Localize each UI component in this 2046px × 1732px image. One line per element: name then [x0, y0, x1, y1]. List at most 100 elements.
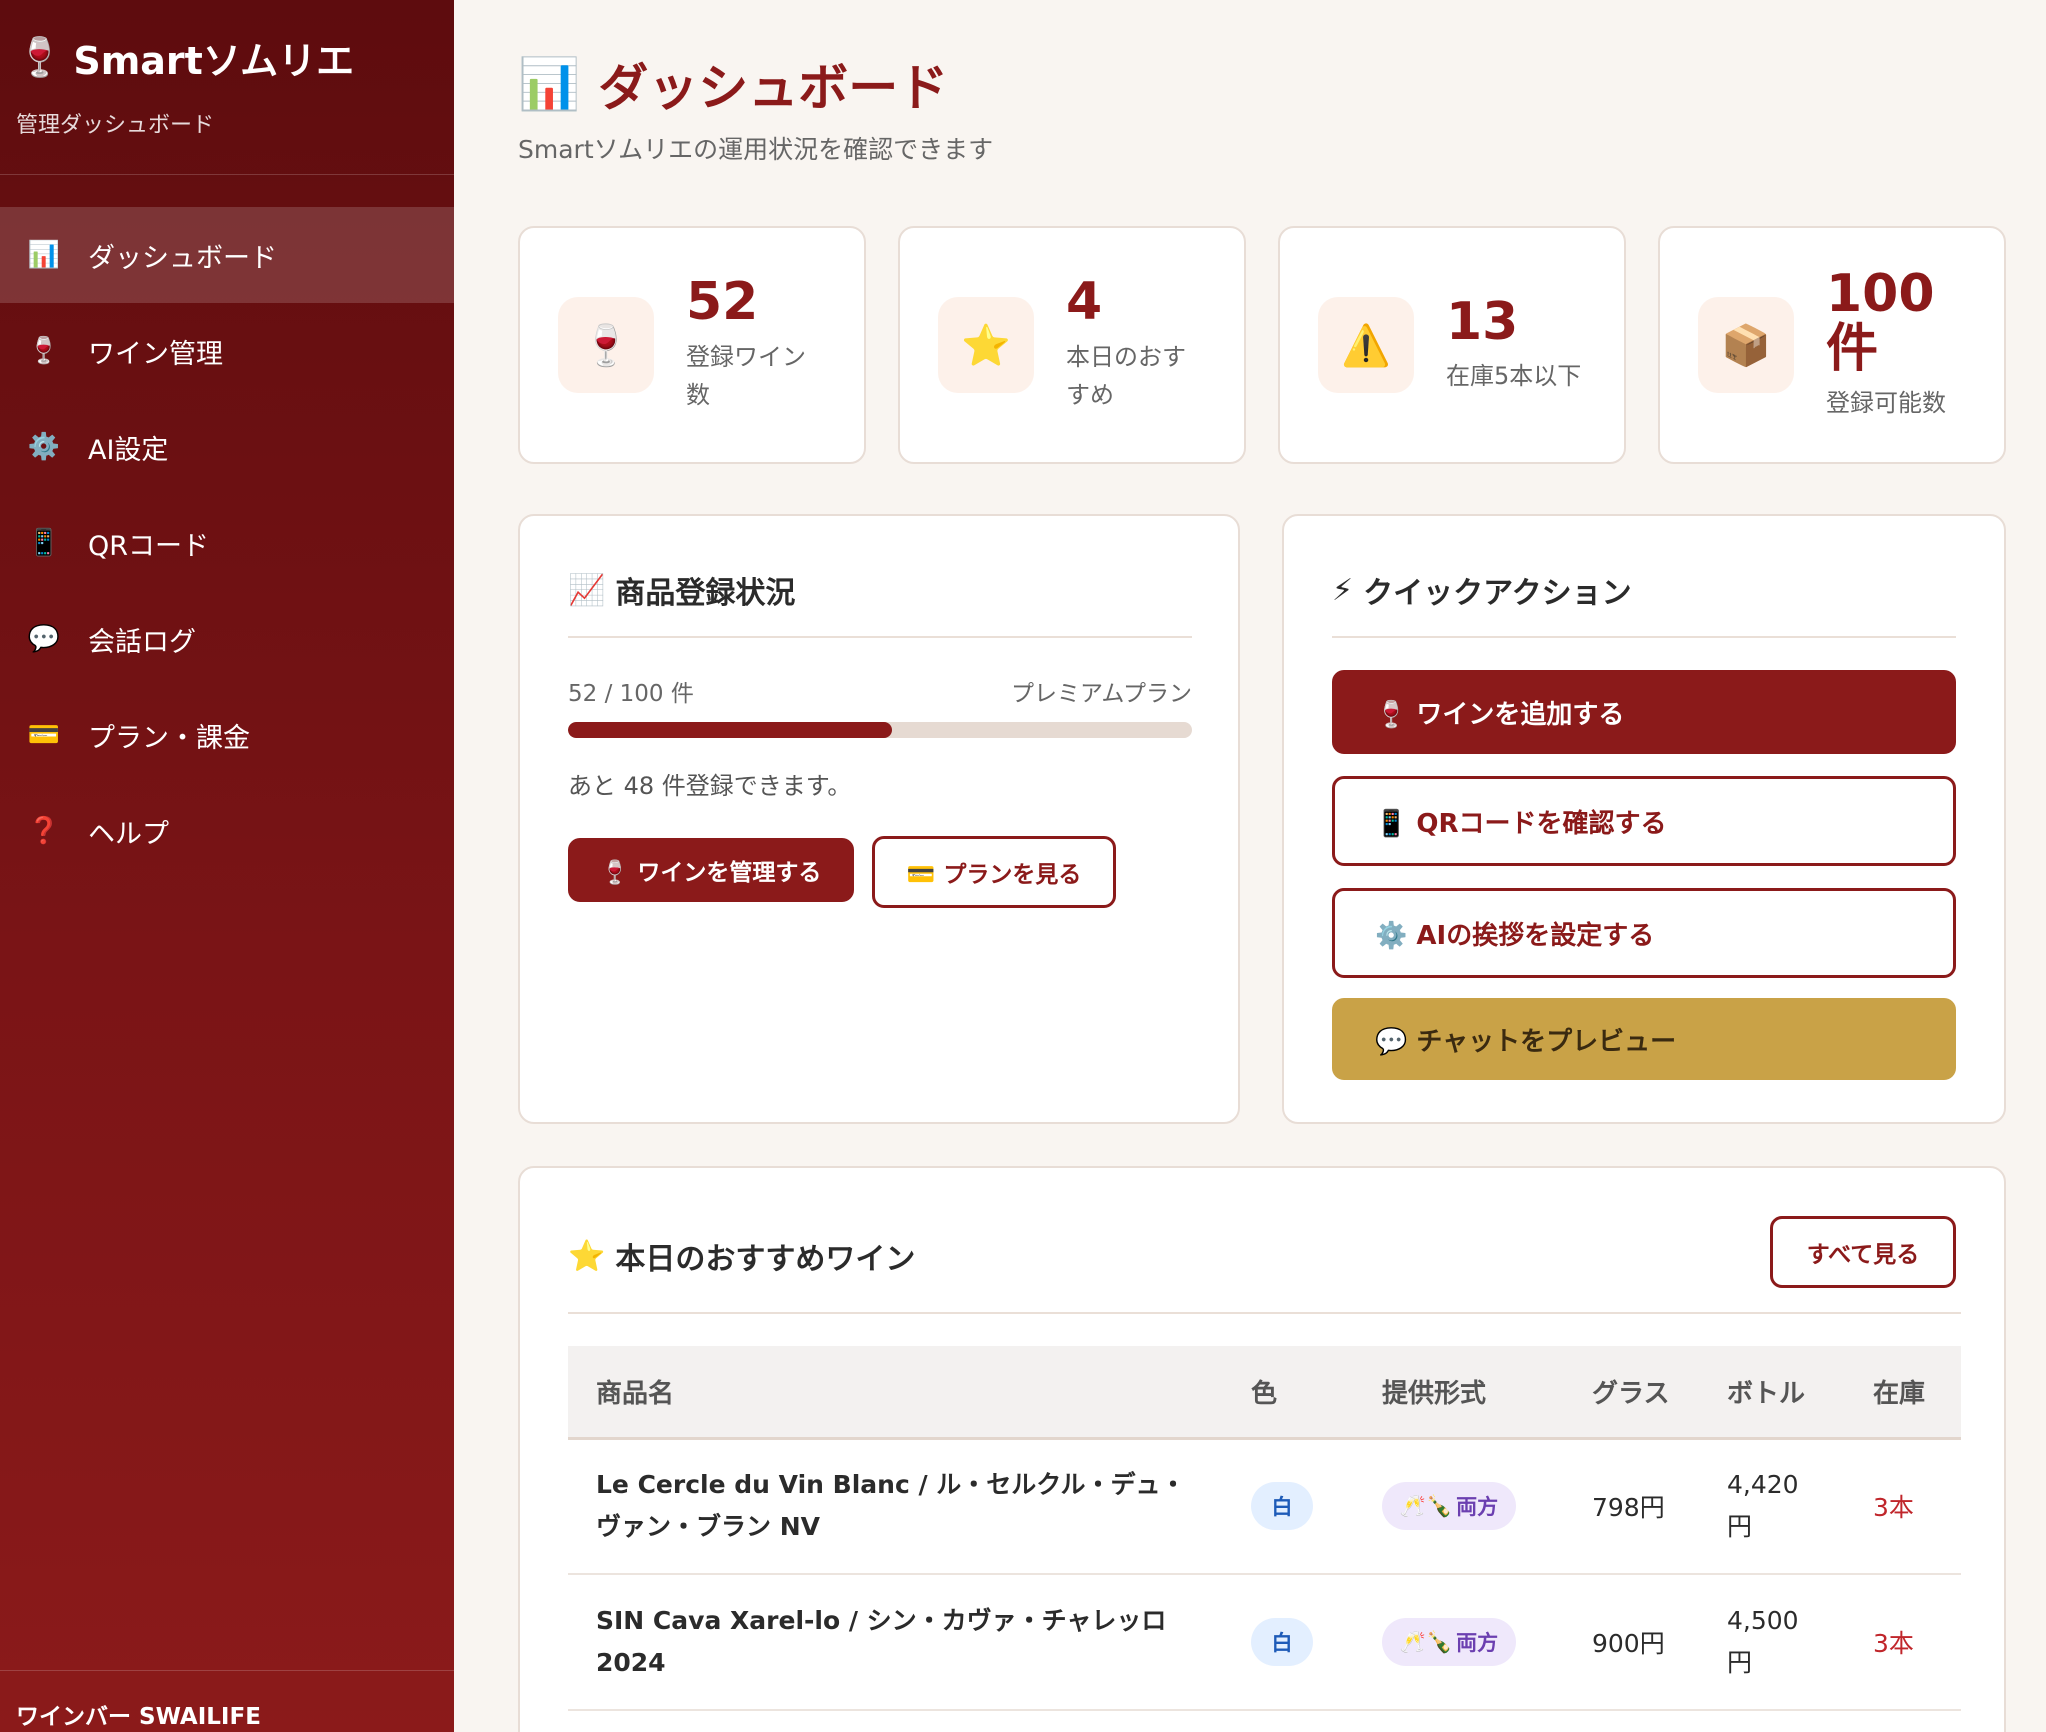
recommended-wines-table: 商品名 色 提供形式 グラス ボトル 在庫 Le Cercle du Vin B…	[568, 1346, 1961, 1711]
gear-icon: ⚙️	[27, 432, 61, 462]
panel-title-text: 商品登録状況	[615, 576, 796, 611]
stat-label: 登録ワイン数	[686, 342, 806, 410]
bar-chart-icon: 📊	[518, 54, 581, 113]
sidebar-item-label: プラン・課金	[88, 722, 250, 754]
sidebar-item-dashboard[interactable]: 📊 ダッシュボード	[0, 207, 454, 303]
glass-and-bottle-icon: 🥂🍾	[1399, 1493, 1453, 1518]
sidebar-item-plan-billing[interactable]: 💳 プラン・課金	[0, 687, 454, 783]
panel-title: ⭐ 本日のおすすめワイン	[568, 1234, 915, 1278]
bottle-price: 4,420円	[1699, 1438, 1845, 1575]
wine-glass-icon: 🍷	[27, 336, 61, 366]
sidebar-item-label: QRコード	[88, 530, 210, 562]
wine-color-cell: 白	[1223, 1438, 1354, 1575]
table-row[interactable]: SIN Cava Xarel-lo / シン・カヴァ・チャレッロ 2024 白 …	[568, 1574, 1961, 1711]
progress-meta: 52 / 100 件 プレミアムプラン	[568, 674, 1192, 708]
stat-value: 100件	[1826, 264, 1935, 379]
progress-fill	[568, 722, 893, 738]
star-icon: ⭐	[938, 297, 1034, 393]
page-subtitle: Smartソムリエの運用状況を確認できます	[518, 135, 994, 164]
stat-card-todays-picks: ⭐ 4 本日のおすすめ	[898, 226, 1246, 464]
warning-icon: ⚠️	[1318, 297, 1414, 393]
sidebar-item-qr-code[interactable]: 📱 QRコード	[0, 495, 454, 591]
package-icon: 📦	[1698, 297, 1794, 393]
stat-value: 4	[1066, 272, 1103, 333]
panel-title-text: 本日のおすすめワイン	[615, 1242, 916, 1277]
stock-count: 3本	[1845, 1438, 1961, 1575]
wine-color-badge: 白	[1251, 1482, 1313, 1531]
bottle-price: 4,500円	[1699, 1574, 1845, 1711]
brand: 🍷 Smartソムリエ 管理ダッシュボード	[0, 0, 454, 175]
star-icon: ⭐	[568, 1238, 606, 1274]
divider	[568, 1312, 1961, 1314]
page-title: 📊 ダッシュボード	[518, 48, 948, 120]
divider	[568, 636, 1192, 638]
sidebar-item-label: ヘルプ	[88, 818, 169, 850]
registration-progress-bar	[568, 722, 1192, 738]
sidebar-item-wine-management[interactable]: 🍷 ワイン管理	[0, 303, 454, 399]
sidebar-item-ai-settings[interactable]: ⚙️ AI設定	[0, 399, 454, 495]
stat-label: 登録可能数	[1826, 389, 1946, 418]
stat-value: 52	[686, 272, 759, 333]
wine-glass-icon: 🍷	[16, 35, 64, 79]
column-header[interactable]: 色	[1223, 1346, 1354, 1440]
recommended-wines-panel: ⭐ 本日のおすすめワイン すべて見る 商品名 色 提供形式 グラス ボトル 在庫…	[518, 1166, 2006, 1732]
serving-format-badge: 🥂🍾 両方	[1382, 1482, 1516, 1531]
panel-title-text: クイックアクション	[1363, 576, 1632, 611]
plan-name: プレミアムプラン	[1010, 681, 1192, 707]
brand-title[interactable]: 🍷 Smartソムリエ	[16, 30, 438, 85]
serving-format-label: 両方	[1456, 1495, 1499, 1520]
stat-label: 在庫5本以下	[1446, 362, 1582, 391]
view-plans-button[interactable]: 💳 プランを見る	[872, 836, 1116, 908]
view-all-button[interactable]: すべて見る	[1770, 1216, 1956, 1288]
table-header-row: 商品名 色 提供形式 グラス ボトル 在庫	[568, 1346, 1961, 1440]
registration-count: 52 / 100 件	[568, 681, 694, 707]
speech-bubble-icon: 💬	[27, 624, 61, 654]
column-header[interactable]: ボトル	[1699, 1346, 1845, 1440]
column-header[interactable]: 商品名	[568, 1346, 1223, 1440]
question-mark-icon: ❓	[27, 816, 61, 846]
wine-color-cell: 白	[1223, 1574, 1354, 1711]
stat-card-capacity: 📦 100件 登録可能数	[1658, 226, 2006, 464]
sidebar-item-label: ダッシュボード	[88, 242, 277, 274]
preview-chat-button[interactable]: 💬 チャットをプレビュー	[1332, 998, 1956, 1080]
panel-title: 📈 商品登録状況	[568, 568, 795, 612]
serving-format-label: 両方	[1456, 1631, 1499, 1655]
page-title-text: ダッシュボード	[598, 59, 949, 117]
table-row[interactable]: Le Cercle du Vin Blanc / ル・セルクル・デュ・ヴァン・ブ…	[568, 1438, 1961, 1575]
stat-value: 13	[1446, 291, 1519, 352]
serving-format-cell: 🥂🍾 両方	[1354, 1438, 1564, 1575]
glass-price: 798円	[1564, 1438, 1699, 1575]
column-header[interactable]: 在庫	[1845, 1346, 1961, 1440]
sidebar-item-label: AI設定	[88, 434, 169, 466]
column-header[interactable]: 提供形式	[1354, 1346, 1564, 1440]
glass-and-bottle-icon: 🥂🍾	[1399, 1629, 1453, 1654]
panel-title: ⚡ クイックアクション	[1332, 568, 1632, 612]
trend-chart-icon: 📈	[568, 572, 606, 608]
brand-subtitle: 管理ダッシュボード	[16, 113, 215, 138]
quick-actions-panel: ⚡ クイックアクション 🍷 ワインを追加する 📱 QRコードを確認する ⚙️ A…	[1282, 514, 2006, 1124]
wine-glass-icon: 🍷	[558, 297, 654, 393]
remaining-text: あと 48 件登録できます。	[568, 772, 852, 800]
wine-name: SIN Cava Xarel-lo / シン・カヴァ・チャレッロ 2024	[568, 1574, 1223, 1711]
stat-card-registered-wines: 🍷 52 登録ワイン数	[518, 226, 866, 464]
wine-color-badge: 白	[1251, 1618, 1313, 1666]
store-name: ワインバー SWAILIFE	[0, 1670, 454, 1732]
sidebar-item-label: ワイン管理	[88, 338, 223, 370]
bar-chart-icon: 📊	[27, 240, 61, 270]
stat-card-low-stock: ⚠️ 13 在庫5本以下	[1278, 226, 1626, 464]
divider	[1332, 636, 1956, 638]
serving-format-cell: 🥂🍾 両方	[1354, 1574, 1564, 1711]
column-header[interactable]: グラス	[1564, 1346, 1699, 1440]
set-ai-greeting-button[interactable]: ⚙️ AIの挨拶を設定する	[1332, 888, 1956, 978]
manage-wines-button[interactable]: 🍷 ワインを管理する	[568, 838, 854, 902]
registration-status-panel: 📈 商品登録状況 52 / 100 件 プレミアムプラン あと 48 件登録でき…	[518, 514, 1240, 1124]
stock-count: 3本	[1845, 1574, 1961, 1711]
mobile-phone-icon: 📱	[27, 528, 61, 558]
serving-format-badge: 🥂🍾 両方	[1382, 1618, 1516, 1666]
sidebar-item-help[interactable]: ❓ ヘルプ	[0, 783, 454, 879]
lightning-icon: ⚡	[1332, 572, 1354, 608]
view-qr-code-button[interactable]: 📱 QRコードを確認する	[1332, 776, 1956, 866]
sidebar-item-conversation-log[interactable]: 💬 会話ログ	[0, 591, 454, 687]
add-wine-button[interactable]: 🍷 ワインを追加する	[1332, 670, 1956, 754]
credit-card-icon: 💳	[27, 720, 61, 750]
